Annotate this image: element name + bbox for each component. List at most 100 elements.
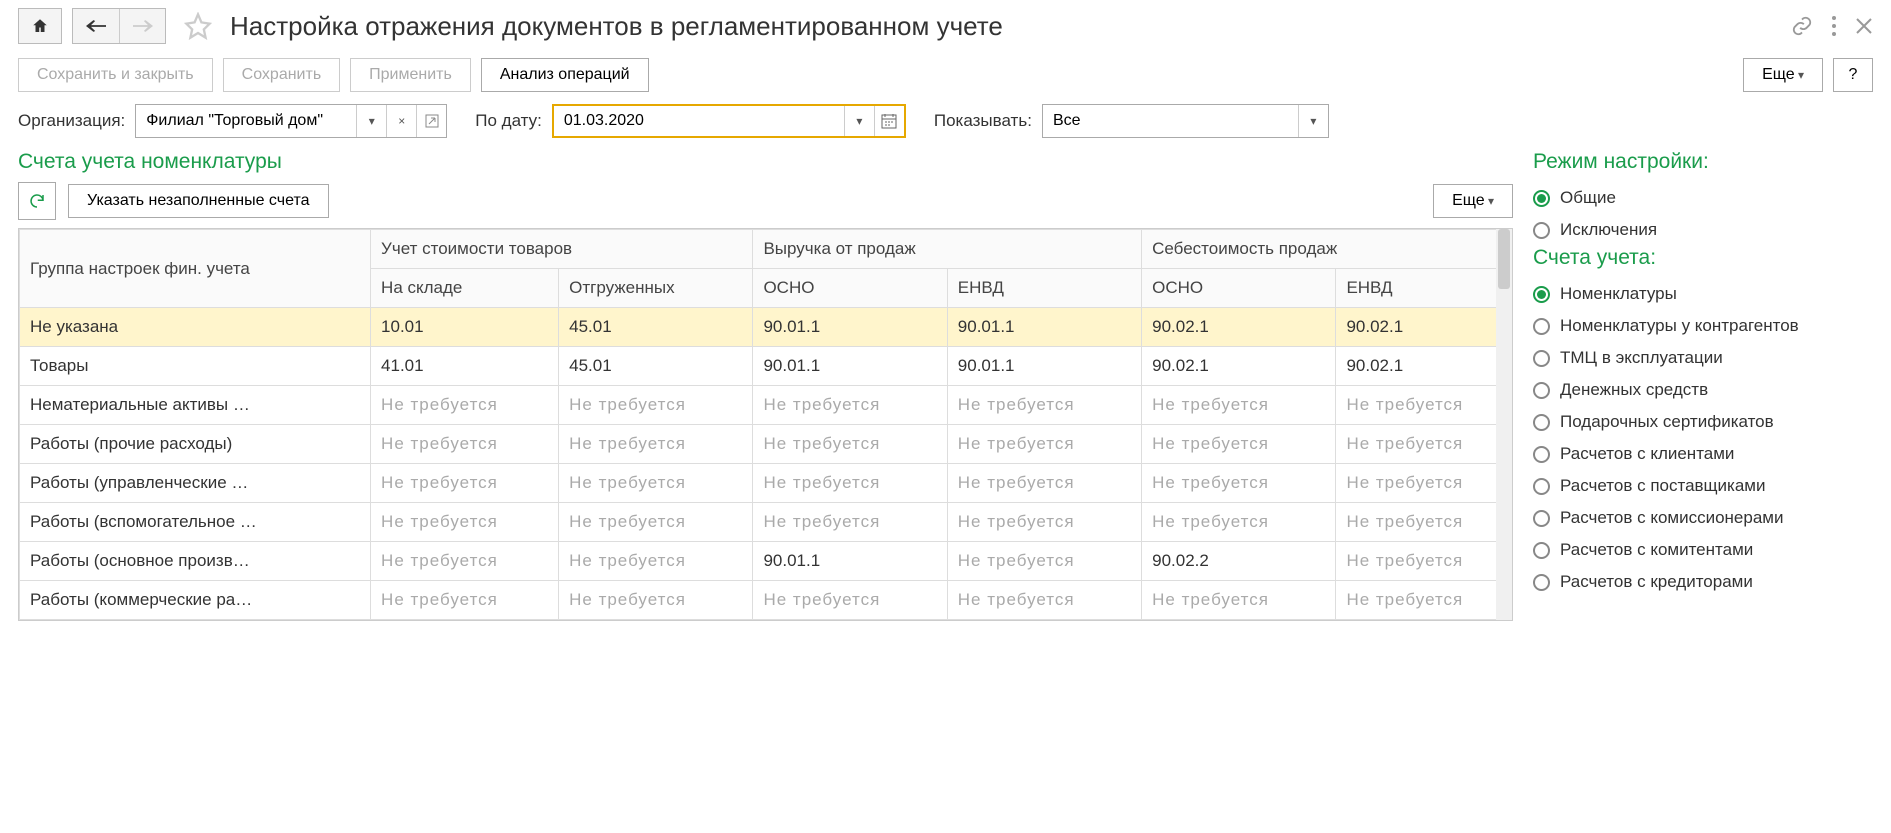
cell-value[interactable]: Не требуется — [559, 386, 753, 425]
col-shipped[interactable]: Отгруженных — [559, 269, 753, 308]
table-row[interactable]: Работы (вспомогательное …Не требуетсяНе … — [20, 503, 1512, 542]
link-icon[interactable] — [1791, 15, 1813, 37]
save-button[interactable]: Сохранить — [223, 58, 341, 92]
cell-value[interactable]: Не требуется — [753, 386, 947, 425]
cell-value[interactable]: Не требуется — [559, 503, 753, 542]
table-row[interactable]: Нематериальные активы …Не требуетсяНе тр… — [20, 386, 1512, 425]
cell-group[interactable]: Работы (управленческие … — [20, 464, 371, 503]
col-onstock[interactable]: На складе — [371, 269, 559, 308]
save-close-button[interactable]: Сохранить и закрыть — [18, 58, 213, 92]
accounts-option[interactable]: Расчетов с поставщиками — [1533, 470, 1873, 502]
org-input[interactable] — [136, 105, 356, 137]
cell-value[interactable]: Не требуется — [559, 464, 753, 503]
table-row[interactable]: Работы (коммерческие ра…Не требуетсяНе т… — [20, 581, 1512, 620]
cell-value[interactable]: Не требуется — [947, 542, 1141, 581]
table-row[interactable]: Работы (прочие расходы)Не требуетсяНе тр… — [20, 425, 1512, 464]
cell-value[interactable]: 10.01 — [371, 308, 559, 347]
date-input[interactable] — [554, 106, 844, 136]
radio-icon[interactable] — [1533, 542, 1550, 559]
accounts-option[interactable]: Подарочных сертификатов — [1533, 406, 1873, 438]
cell-group[interactable]: Работы (прочие расходы) — [20, 425, 371, 464]
org-clear-icon[interactable]: × — [386, 105, 416, 137]
cell-value[interactable]: Не требуется — [1336, 386, 1512, 425]
org-open-icon[interactable] — [416, 105, 446, 137]
cell-value[interactable]: Не требуется — [1336, 464, 1512, 503]
cell-value[interactable]: Не требуется — [371, 425, 559, 464]
table-row[interactable]: Товары41.0145.0190.01.190.01.190.02.190.… — [20, 347, 1512, 386]
radio-icon[interactable] — [1533, 286, 1550, 303]
radio-icon[interactable] — [1533, 574, 1550, 591]
back-button[interactable] — [73, 9, 119, 43]
radio-icon[interactable] — [1533, 510, 1550, 527]
cell-value[interactable]: 90.01.1 — [753, 347, 947, 386]
cell-value[interactable]: Не требуется — [559, 425, 753, 464]
forward-button[interactable] — [119, 9, 165, 43]
cell-value[interactable]: Не требуется — [947, 386, 1141, 425]
radio-icon[interactable] — [1533, 190, 1550, 207]
table-row[interactable]: Работы (управленческие …Не требуетсяНе т… — [20, 464, 1512, 503]
col-envd2[interactable]: ЕНВД — [1336, 269, 1512, 308]
cell-value[interactable]: Не требуется — [1336, 542, 1512, 581]
col-osno2[interactable]: ОСНО — [1142, 269, 1336, 308]
radio-icon[interactable] — [1533, 478, 1550, 495]
cell-value[interactable]: Не требуется — [371, 464, 559, 503]
col-osno1[interactable]: ОСНО — [753, 269, 947, 308]
cell-value[interactable]: 90.01.1 — [947, 347, 1141, 386]
cell-value[interactable]: Не требуется — [1142, 503, 1336, 542]
cell-value[interactable]: 90.02.1 — [1336, 347, 1512, 386]
cell-value[interactable]: 90.02.1 — [1142, 308, 1336, 347]
analysis-button[interactable]: Анализ операций — [481, 58, 649, 92]
col-cogs[interactable]: Себестоимость продаж — [1142, 230, 1512, 269]
cell-value[interactable]: 90.02.2 — [1142, 542, 1336, 581]
radio-icon[interactable] — [1533, 318, 1550, 335]
cell-value[interactable]: Не требуется — [947, 503, 1141, 542]
refresh-button[interactable] — [18, 182, 56, 220]
col-group[interactable]: Группа настроек фин. учета — [20, 230, 371, 308]
accounts-option[interactable]: Расчетов с комитентами — [1533, 534, 1873, 566]
home-button[interactable] — [18, 8, 62, 44]
cell-value[interactable]: Не требуется — [753, 425, 947, 464]
cell-value[interactable]: Не требуется — [1336, 425, 1512, 464]
cell-value[interactable]: Не требуется — [371, 581, 559, 620]
cell-value[interactable]: 90.01.1 — [753, 308, 947, 347]
cell-value[interactable]: 45.01 — [559, 347, 753, 386]
show-dropdown-icon[interactable]: ▾ — [1298, 105, 1328, 137]
org-dropdown-icon[interactable]: ▾ — [356, 105, 386, 137]
col-cost[interactable]: Учет стоимости товаров — [371, 230, 753, 269]
accounts-option[interactable]: Номенклатуры — [1533, 278, 1873, 310]
accounts-option[interactable]: Расчетов с комиссионерами — [1533, 502, 1873, 534]
help-button[interactable]: ? — [1833, 58, 1873, 92]
accounts-option[interactable]: ТМЦ в эксплуатации — [1533, 342, 1873, 374]
close-icon[interactable] — [1855, 17, 1873, 35]
cell-value[interactable]: Не требуется — [1142, 464, 1336, 503]
fill-empty-accounts-button[interactable]: Указать незаполненные счета — [68, 184, 329, 218]
cell-value[interactable]: Не требуется — [947, 425, 1141, 464]
cell-value[interactable]: 90.01.1 — [947, 308, 1141, 347]
cell-group[interactable]: Не указана — [20, 308, 371, 347]
table-scrollbar[interactable] — [1496, 229, 1512, 620]
cell-value[interactable]: 45.01 — [559, 308, 753, 347]
favorite-star-icon[interactable] — [184, 12, 212, 40]
cell-value[interactable]: Не требуется — [1142, 581, 1336, 620]
toolbar-more-button[interactable]: Еще — [1743, 58, 1823, 92]
accounts-option[interactable]: Расчетов с клиентами — [1533, 438, 1873, 470]
cell-value[interactable]: Не требуется — [947, 581, 1141, 620]
accounts-option[interactable]: Расчетов с кредиторами — [1533, 566, 1873, 598]
cell-group[interactable]: Товары — [20, 347, 371, 386]
cell-value[interactable]: Не требуется — [1142, 425, 1336, 464]
cell-value[interactable]: Не требуется — [371, 542, 559, 581]
accounts-option[interactable]: Денежных средств — [1533, 374, 1873, 406]
cell-value[interactable]: Не требуется — [1336, 581, 1512, 620]
table-more-button[interactable]: Еще — [1433, 184, 1513, 218]
calendar-icon[interactable] — [874, 106, 904, 136]
cell-value[interactable]: 90.02.1 — [1336, 308, 1512, 347]
show-select[interactable]: ▾ — [1042, 104, 1329, 138]
radio-icon[interactable] — [1533, 382, 1550, 399]
cell-group[interactable]: Нематериальные активы … — [20, 386, 371, 425]
cell-value[interactable]: 90.02.1 — [1142, 347, 1336, 386]
col-revenue[interactable]: Выручка от продаж — [753, 230, 1142, 269]
date-select[interactable]: ▾ — [552, 104, 906, 138]
cell-value[interactable]: Не требуется — [559, 581, 753, 620]
apply-button[interactable]: Применить — [350, 58, 471, 92]
cell-group[interactable]: Работы (основное произв… — [20, 542, 371, 581]
